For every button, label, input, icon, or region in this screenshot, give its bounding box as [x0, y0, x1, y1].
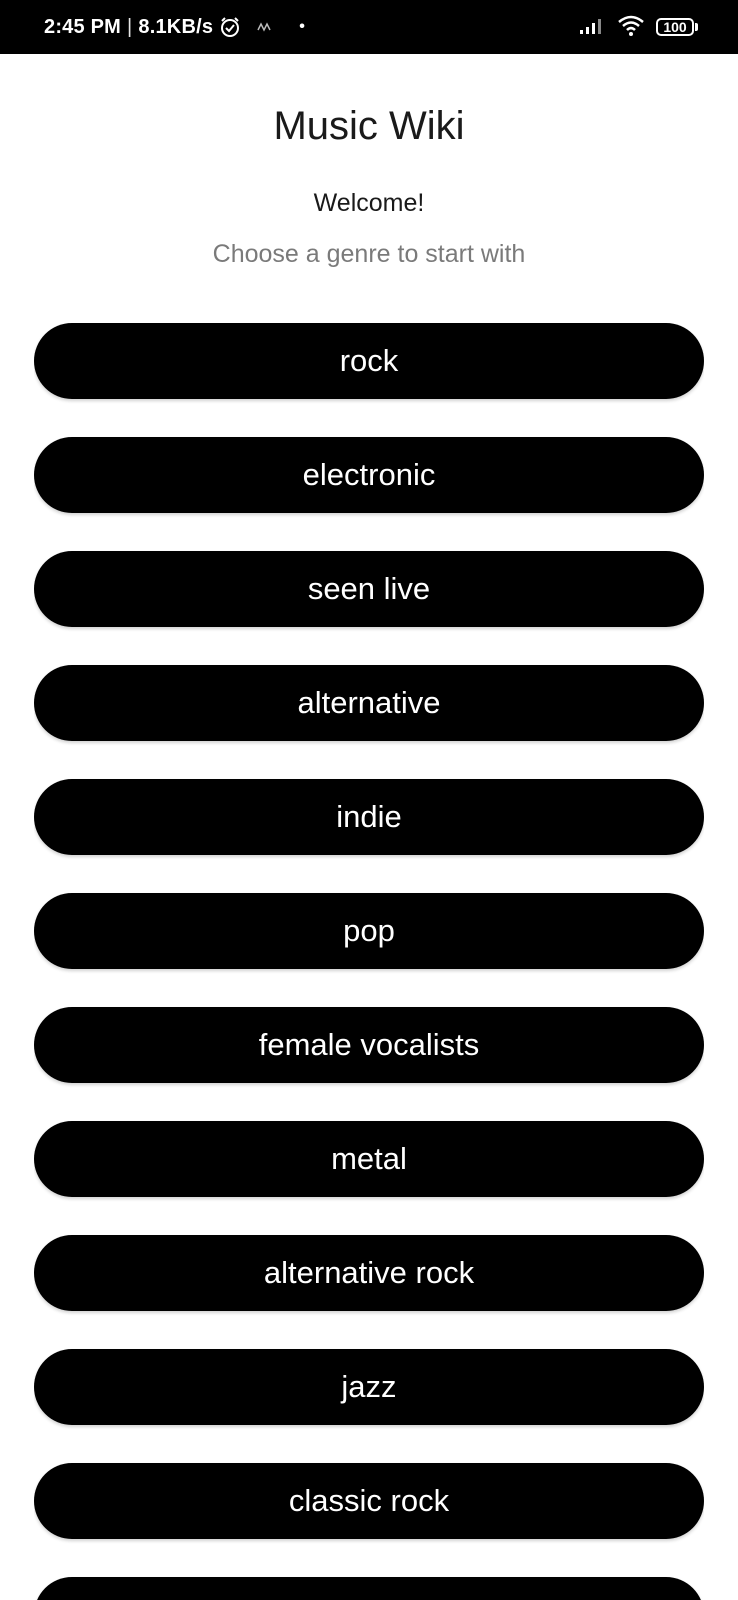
- genre-button-partial[interactable]: [34, 1577, 704, 1600]
- genre-button-alternative-rock[interactable]: alternative rock: [34, 1235, 704, 1311]
- genre-button-seen-live[interactable]: seen live: [34, 551, 704, 627]
- alarm-icon: [219, 16, 241, 38]
- battery-level: 100: [656, 18, 694, 36]
- genre-button-electronic[interactable]: electronic: [34, 437, 704, 513]
- status-bar: 2:45 PM | 8.1KB/s • 100: [0, 0, 738, 54]
- welcome-text: Welcome!: [313, 189, 425, 217]
- wifi-icon: [616, 13, 646, 42]
- genre-button-pop[interactable]: pop: [34, 893, 704, 969]
- genre-label: classic rock: [288, 1483, 450, 1518]
- genre-button-female-vocalists[interactable]: female vocalists: [34, 1007, 704, 1083]
- battery-tip: [695, 23, 698, 31]
- page-title: Music Wiki: [273, 104, 465, 148]
- notification-icon: [257, 22, 271, 32]
- status-separator: |: [127, 15, 133, 38]
- genre-button-metal[interactable]: metal: [34, 1121, 704, 1197]
- signal-icon: [578, 15, 606, 40]
- genre-label: metal: [331, 1141, 407, 1176]
- genre-label: alternative: [297, 685, 441, 720]
- genre-label: seen live: [307, 571, 431, 606]
- battery-icon: 100: [656, 18, 698, 36]
- subtitle-text: Choose a genre to start with: [212, 240, 526, 268]
- genre-label: electronic: [302, 457, 436, 492]
- status-left: 2:45 PM | 8.1KB/s •: [44, 16, 305, 39]
- status-time: 2:45 PM: [44, 15, 121, 38]
- genre-label: pop: [343, 913, 395, 948]
- genre-label: indie: [336, 799, 402, 834]
- status-right: 100: [578, 13, 698, 42]
- genre-button-alternative[interactable]: alternative: [34, 665, 704, 741]
- genre-button-indie[interactable]: indie: [34, 779, 704, 855]
- status-net-speed: 8.1KB/s: [138, 15, 214, 38]
- genre-button-jazz[interactable]: jazz: [34, 1349, 704, 1425]
- status-dot: •: [299, 18, 305, 35]
- genre-label: rock: [339, 343, 399, 378]
- genre-list: rock electronic seen live alternative in…: [34, 323, 704, 1600]
- genre-label: female vocalists: [258, 1027, 480, 1062]
- genre-button-classic-rock[interactable]: classic rock: [34, 1463, 704, 1539]
- genre-button-rock[interactable]: rock: [34, 323, 704, 399]
- genre-label: jazz: [341, 1369, 397, 1404]
- genre-label: alternative rock: [263, 1255, 475, 1290]
